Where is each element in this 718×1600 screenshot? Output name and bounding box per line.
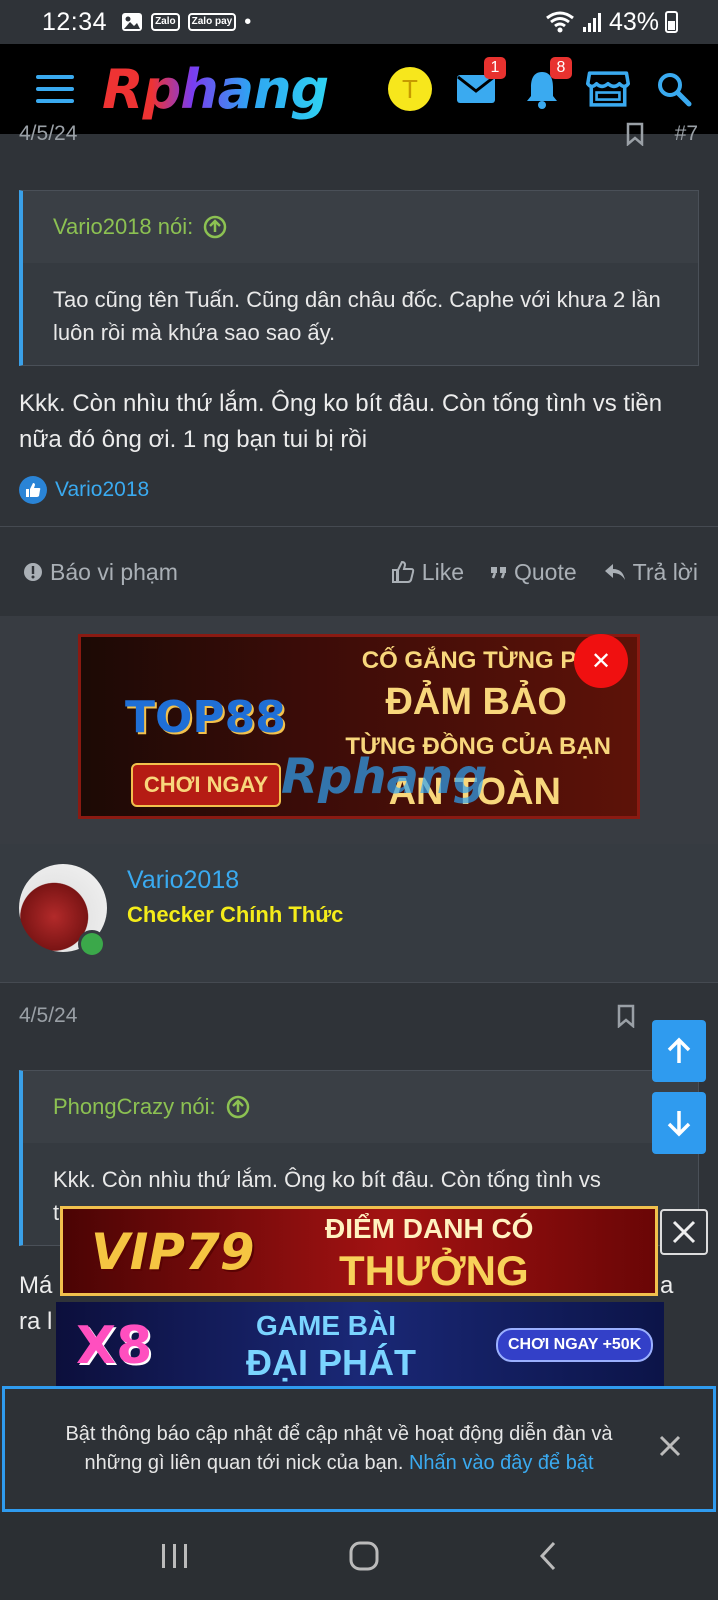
ad-cta[interactable]: CHƠI NGAY +50K — [496, 1328, 654, 1362]
notice-close-button[interactable] — [659, 1435, 681, 1462]
quote-text: Tao cũng tên Tuấn. Cũng dân châu đốc. Ca… — [53, 287, 661, 345]
close-icon — [672, 1220, 696, 1244]
ad-brand: VIP79 — [91, 1223, 255, 1281]
ad-play-button[interactable]: CHƠI NGAY — [131, 763, 281, 807]
ad-line2: ĐẢM BẢO — [385, 681, 567, 723]
recents-icon[interactable] — [159, 1542, 191, 1570]
divider — [0, 982, 718, 983]
post-author-block: Vario2018 Checker Chính Thức — [0, 844, 718, 982]
ad-line1: ĐIỂM DANH CÓ — [325, 1213, 534, 1244]
top88-ad-banner[interactable]: TOP88 CHƠI NGAY CỐ GẮNG TỪNG PHÚ ĐẢM BẢO… — [78, 634, 640, 819]
alerts-button[interactable]: 8 — [520, 57, 572, 111]
bookmark-icon[interactable] — [625, 122, 645, 146]
signal-icon — [582, 13, 601, 32]
messages-badge: 1 — [484, 57, 506, 79]
site-logo[interactable]: Rphang — [102, 58, 329, 121]
quote-icon — [491, 567, 506, 579]
ad-line2: THƯỞNG — [339, 1247, 529, 1294]
x8-ad-banner[interactable]: X8 GAME BÀI ĐẠI PHÁT CHƠI NGAY +50K — [56, 1302, 664, 1386]
alerts-badge: 8 — [550, 57, 572, 79]
search-button[interactable] — [652, 67, 696, 111]
reply-icon — [604, 564, 625, 580]
reaction-summary[interactable]: Vario2018 — [19, 476, 149, 504]
wifi-icon — [546, 11, 574, 33]
report-label: Báo vi phạm — [50, 558, 178, 585]
vip79-ad-banner[interactable]: VIP79 ĐIỂM DANH CÓ THƯỞNG — [60, 1206, 658, 1296]
post-date[interactable]: 4/5/24 — [19, 122, 77, 146]
notice-text: Bật thông báo cập nhật để cập nhật về ho… — [65, 1423, 613, 1474]
arrow-up-icon — [667, 1037, 691, 1063]
zalo-icon: Zalo — [151, 13, 180, 31]
ad-line2: ĐẠI PHÁT — [246, 1342, 416, 1383]
ad-line1: GAME BÀI — [256, 1310, 396, 1341]
ad-brand: X8 — [76, 1316, 153, 1376]
like-label: Like — [421, 558, 464, 585]
report-button[interactable]: Báo vi phạm — [22, 559, 178, 586]
reaction-user[interactable]: Vario2018 — [55, 478, 149, 502]
like-reaction-icon — [19, 476, 47, 504]
alert-circle-icon — [24, 563, 42, 581]
battery-icon — [665, 11, 678, 33]
home-icon[interactable] — [348, 1540, 380, 1572]
reply-button[interactable]: Trả lời — [603, 559, 698, 586]
author-name[interactable]: Vario2018 — [127, 866, 239, 895]
quote-label: Quote — [514, 558, 577, 585]
online-status-icon — [78, 930, 106, 958]
divider — [0, 526, 718, 527]
store-icon — [586, 71, 630, 107]
arrow-up-circle-icon[interactable] — [226, 1095, 250, 1119]
post-actions: Báo vi phạm Like Quote Trả lời — [0, 528, 718, 616]
post-date[interactable]: 4/5/24 — [19, 1004, 77, 1028]
quote-author[interactable]: PhongCrazy nói: — [53, 1094, 216, 1120]
thumbs-up-icon — [391, 560, 415, 583]
arrow-up-circle-icon[interactable] — [203, 215, 227, 239]
user-avatar[interactable]: T — [388, 67, 432, 111]
quote-button[interactable]: Quote — [490, 559, 577, 586]
store-button[interactable] — [586, 67, 630, 111]
post-message: Kkk. Còn nhìu thứ lắm. Ông ko bít đâu. C… — [19, 390, 663, 453]
back-icon[interactable] — [537, 1540, 559, 1572]
push-notification-prompt[interactable]: Bật thông báo cập nhật để cập nhật về ho… — [2, 1386, 716, 1512]
post-message-tail: a — [660, 1272, 674, 1299]
scroll-up-button[interactable] — [652, 1020, 706, 1082]
watermark: Rphang — [281, 749, 488, 805]
bookmark-icon — [617, 1004, 635, 1029]
ad-brand: TOP88 — [125, 692, 286, 743]
status-bar: 12:34 Zalo Zalo pay • 43% — [0, 0, 718, 44]
close-icon — [659, 1435, 681, 1457]
menu-icon[interactable] — [36, 75, 74, 103]
ad-close-button[interactable] — [660, 1209, 708, 1255]
arrow-down-icon — [667, 1111, 691, 1137]
system-nav-bar — [0, 1512, 718, 1600]
like-button[interactable]: Like — [390, 559, 464, 586]
battery-percent: 43% — [608, 7, 659, 36]
ad-close-button[interactable]: ✕ — [574, 634, 628, 688]
author-rank: Checker Chính Thức — [127, 902, 344, 927]
search-icon — [658, 73, 692, 107]
post-number[interactable]: #7 — [675, 122, 698, 146]
quote-author[interactable]: Vario2018 nói: — [53, 214, 193, 240]
status-time: 12:34 — [42, 7, 108, 36]
quote-block: Vario2018 nói: Tao cũng tên Tuấn. Cũng d… — [19, 190, 699, 366]
gallery-icon — [122, 13, 143, 31]
zalopay-icon: Zalo pay — [187, 13, 237, 31]
reply-label: Trả lời — [632, 558, 698, 585]
messages-button[interactable]: 1 — [454, 57, 506, 111]
forum-header: Rphang T 1 8 — [0, 44, 718, 134]
scroll-down-button[interactable] — [652, 1092, 706, 1154]
bookmark-button[interactable] — [616, 1004, 636, 1033]
notification-dot: • — [244, 10, 252, 33]
enable-notifications-link[interactable]: Nhấn vào đây để bật — [409, 1452, 594, 1474]
